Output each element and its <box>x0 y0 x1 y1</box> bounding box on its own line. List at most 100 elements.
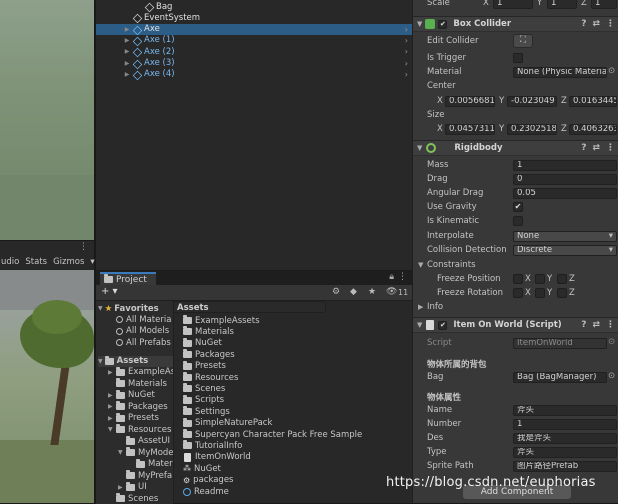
lock-icon[interactable]: 🔒︎ <box>389 272 394 282</box>
asset-item[interactable]: ItemOnWorld <box>183 452 251 463</box>
label-filter-icon[interactable]: ◆ <box>350 287 357 297</box>
freeze-position-y-checkbox[interactable] <box>535 274 545 284</box>
hierarchy-item[interactable]: Bag <box>96 1 412 12</box>
foldout-arrow-icon[interactable]: ▶ <box>118 484 126 491</box>
freeze-position-x-checkbox[interactable] <box>513 274 523 284</box>
folder-tree-item[interactable]: Scenes <box>108 493 158 504</box>
asset-item[interactable]: Materials <box>183 326 234 337</box>
foldout-arrow-icon[interactable]: ▼ <box>418 261 423 269</box>
asset-item[interactable]: Scenes <box>183 383 225 394</box>
item-on-world-header[interactable]: ▼ ✔ Item On World (Script) ? ⇄ ⋮ <box>413 317 618 333</box>
des-field[interactable]: 我是斧头 <box>513 433 617 444</box>
component-menu-icons[interactable]: ? ⇄ ⋮ <box>581 19 615 29</box>
scene-view[interactable] <box>0 0 94 240</box>
is-kinematic-checkbox[interactable] <box>513 216 523 226</box>
hierarchy-item[interactable]: EventSystem <box>96 12 412 23</box>
favorites-section[interactable]: ▼ ★ Favorites <box>98 303 159 314</box>
box-collider-header[interactable]: ▼ ✔ Box Collider ? ⇄ ⋮ <box>413 16 618 32</box>
tab-project[interactable]: Project <box>100 272 156 285</box>
assets-root[interactable]: ▼ Assets <box>98 355 173 367</box>
more-options-icon[interactable]: ⋮ <box>398 272 407 282</box>
favorite-item[interactable]: All Materia <box>116 314 171 325</box>
game-toolbar-item[interactable]: Stats <box>24 257 48 267</box>
foldout-arrow-icon[interactable]: ▶ <box>122 71 132 78</box>
interpolate-dropdown[interactable]: None <box>513 231 617 242</box>
component-menu-icons[interactable]: ? ⇄ ⋮ <box>581 320 615 330</box>
chevron-right-icon[interactable]: › <box>405 59 408 68</box>
chevron-right-icon[interactable]: › <box>405 25 408 34</box>
foldout-arrow-icon[interactable]: ▶ <box>418 303 423 311</box>
chevron-right-icon[interactable]: › <box>405 47 408 56</box>
folder-tree-item[interactable]: ▶ Presets <box>108 412 159 424</box>
hidden-packages-icon[interactable]: 👁︎ <box>386 287 397 297</box>
project-asset-list[interactable]: Assets ExampleAssets Materials NuGet Package… <box>175 301 412 504</box>
size-y-field[interactable]: 0.2302518 <box>507 124 557 135</box>
name-field[interactable]: 斧头 <box>513 405 617 416</box>
project-folder-tree[interactable]: ▼ ★ Favorites All Materia All Models All Pref… <box>96 301 174 504</box>
foldout-arrow-icon[interactable]: ▶ <box>108 415 116 422</box>
asset-item[interactable]: Presets <box>183 360 226 372</box>
asset-item[interactable]: NuGet <box>183 337 222 349</box>
size-z-field[interactable]: 0.4063263 <box>569 124 617 135</box>
hierarchy-item[interactable]: ▶ Axe (2) › <box>96 46 412 57</box>
hierarchy-item[interactable]: ▶ Axe (3) › <box>96 58 412 69</box>
freeze-position-z-checkbox[interactable] <box>557 274 567 284</box>
asset-item[interactable]: Supercyan Character Pack Free Sample <box>183 429 362 440</box>
asset-item[interactable]: Packages <box>183 349 235 360</box>
folder-tree-item[interactable]: Mater <box>128 458 173 470</box>
foldout-arrow-icon[interactable]: ▶ <box>108 403 116 410</box>
asset-item[interactable]: SimpleNaturePack <box>183 417 272 429</box>
foldout-arrow-icon[interactable]: ▶ <box>122 26 132 33</box>
foldout-arrow-icon[interactable]: ▶ <box>122 48 132 55</box>
foldout-arrow-icon[interactable]: ▼ <box>118 449 126 456</box>
chevron-right-icon[interactable]: › <box>405 36 408 45</box>
asset-item[interactable]: Resources <box>183 372 238 383</box>
scale-x-field[interactable]: 1 <box>493 0 533 9</box>
foldout-arrow-icon[interactable]: ▼ <box>98 358 103 365</box>
folder-tree-item[interactable]: ▼ Resources <box>108 424 171 435</box>
center-x-field[interactable]: 0.0056681 <box>445 96 495 107</box>
favorite-item[interactable]: All Models <box>116 326 169 337</box>
box-collider-enabled-checkbox[interactable]: ✔ <box>438 19 448 29</box>
folder-tree-item[interactable]: MyPrefa <box>118 470 172 481</box>
center-y-field[interactable]: -0.023049 <box>507 96 557 107</box>
asset-item[interactable]: Settings <box>183 406 230 417</box>
asset-item[interactable]: Scripts <box>183 394 224 406</box>
rigidbody-header[interactable]: ▼ Rigidbody ? ⇄ ⋮ <box>413 140 618 156</box>
asset-item[interactable]: ExampleAssets <box>183 315 260 326</box>
edit-collider-button[interactable]: ⛶ <box>513 34 533 48</box>
is-trigger-checkbox[interactable] <box>513 53 523 63</box>
asset-item[interactable]: Readme <box>183 486 229 497</box>
folder-tree-item[interactable]: ▶ ExampleAs <box>108 366 173 378</box>
hierarchy-item[interactable]: ▶ Axe › <box>96 23 412 35</box>
hierarchy-panel[interactable]: Bag EventSystem ▶ Axe › ▶ Axe (1) › ▶ Axe (2) › ▶ Ax… <box>96 0 412 270</box>
scale-y-field[interactable]: 1 <box>547 0 577 9</box>
mass-field[interactable]: 1 <box>513 160 617 171</box>
favorite-star-icon[interactable]: ★ <box>368 287 376 297</box>
foldout-arrow-icon[interactable]: ▼ <box>98 305 103 312</box>
angular-drag-field[interactable]: 0.05 <box>513 188 617 199</box>
use-gravity-checkbox[interactable]: ✔ <box>513 202 523 212</box>
folder-tree-item[interactable]: ▶ Packages <box>108 401 168 412</box>
scene-filter-icon[interactable]: ⚙ <box>332 287 340 297</box>
chevron-down-icon[interactable]: ▾ <box>89 257 95 267</box>
hierarchy-item[interactable]: ▶ Axe (1) › <box>96 35 412 46</box>
sprite-path-field[interactable]: 图片路径Prefab <box>513 461 617 472</box>
size-x-field[interactable]: 0.0457311 <box>445 124 495 135</box>
foldout-arrow-icon[interactable]: ▼ <box>417 321 422 329</box>
chevron-right-icon[interactable]: › <box>405 70 408 79</box>
game-toolbar-item[interactable]: udio <box>0 257 20 267</box>
freeze-rotation-z-checkbox[interactable] <box>557 288 567 298</box>
type-field[interactable]: 斧头 <box>513 447 617 458</box>
item-on-world-enabled-checkbox[interactable]: ✔ <box>438 320 448 330</box>
hierarchy-item[interactable]: ▶ Axe (4) › <box>96 69 412 80</box>
folder-tree-item[interactable]: Materials <box>108 378 167 389</box>
freeze-rotation-y-checkbox[interactable] <box>535 288 545 298</box>
game-toolbar-item[interactable]: Gizmos <box>52 257 85 267</box>
foldout-arrow-icon[interactable]: ▼ <box>417 20 422 28</box>
foldout-arrow-icon[interactable]: ▶ <box>122 37 132 44</box>
breadcrumb[interactable]: Assets <box>177 302 209 313</box>
freeze-rotation-x-checkbox[interactable] <box>513 288 523 298</box>
foldout-arrow-icon[interactable]: ▶ <box>108 369 116 376</box>
bag-field[interactable]: Bag (BagManager) <box>513 372 607 383</box>
